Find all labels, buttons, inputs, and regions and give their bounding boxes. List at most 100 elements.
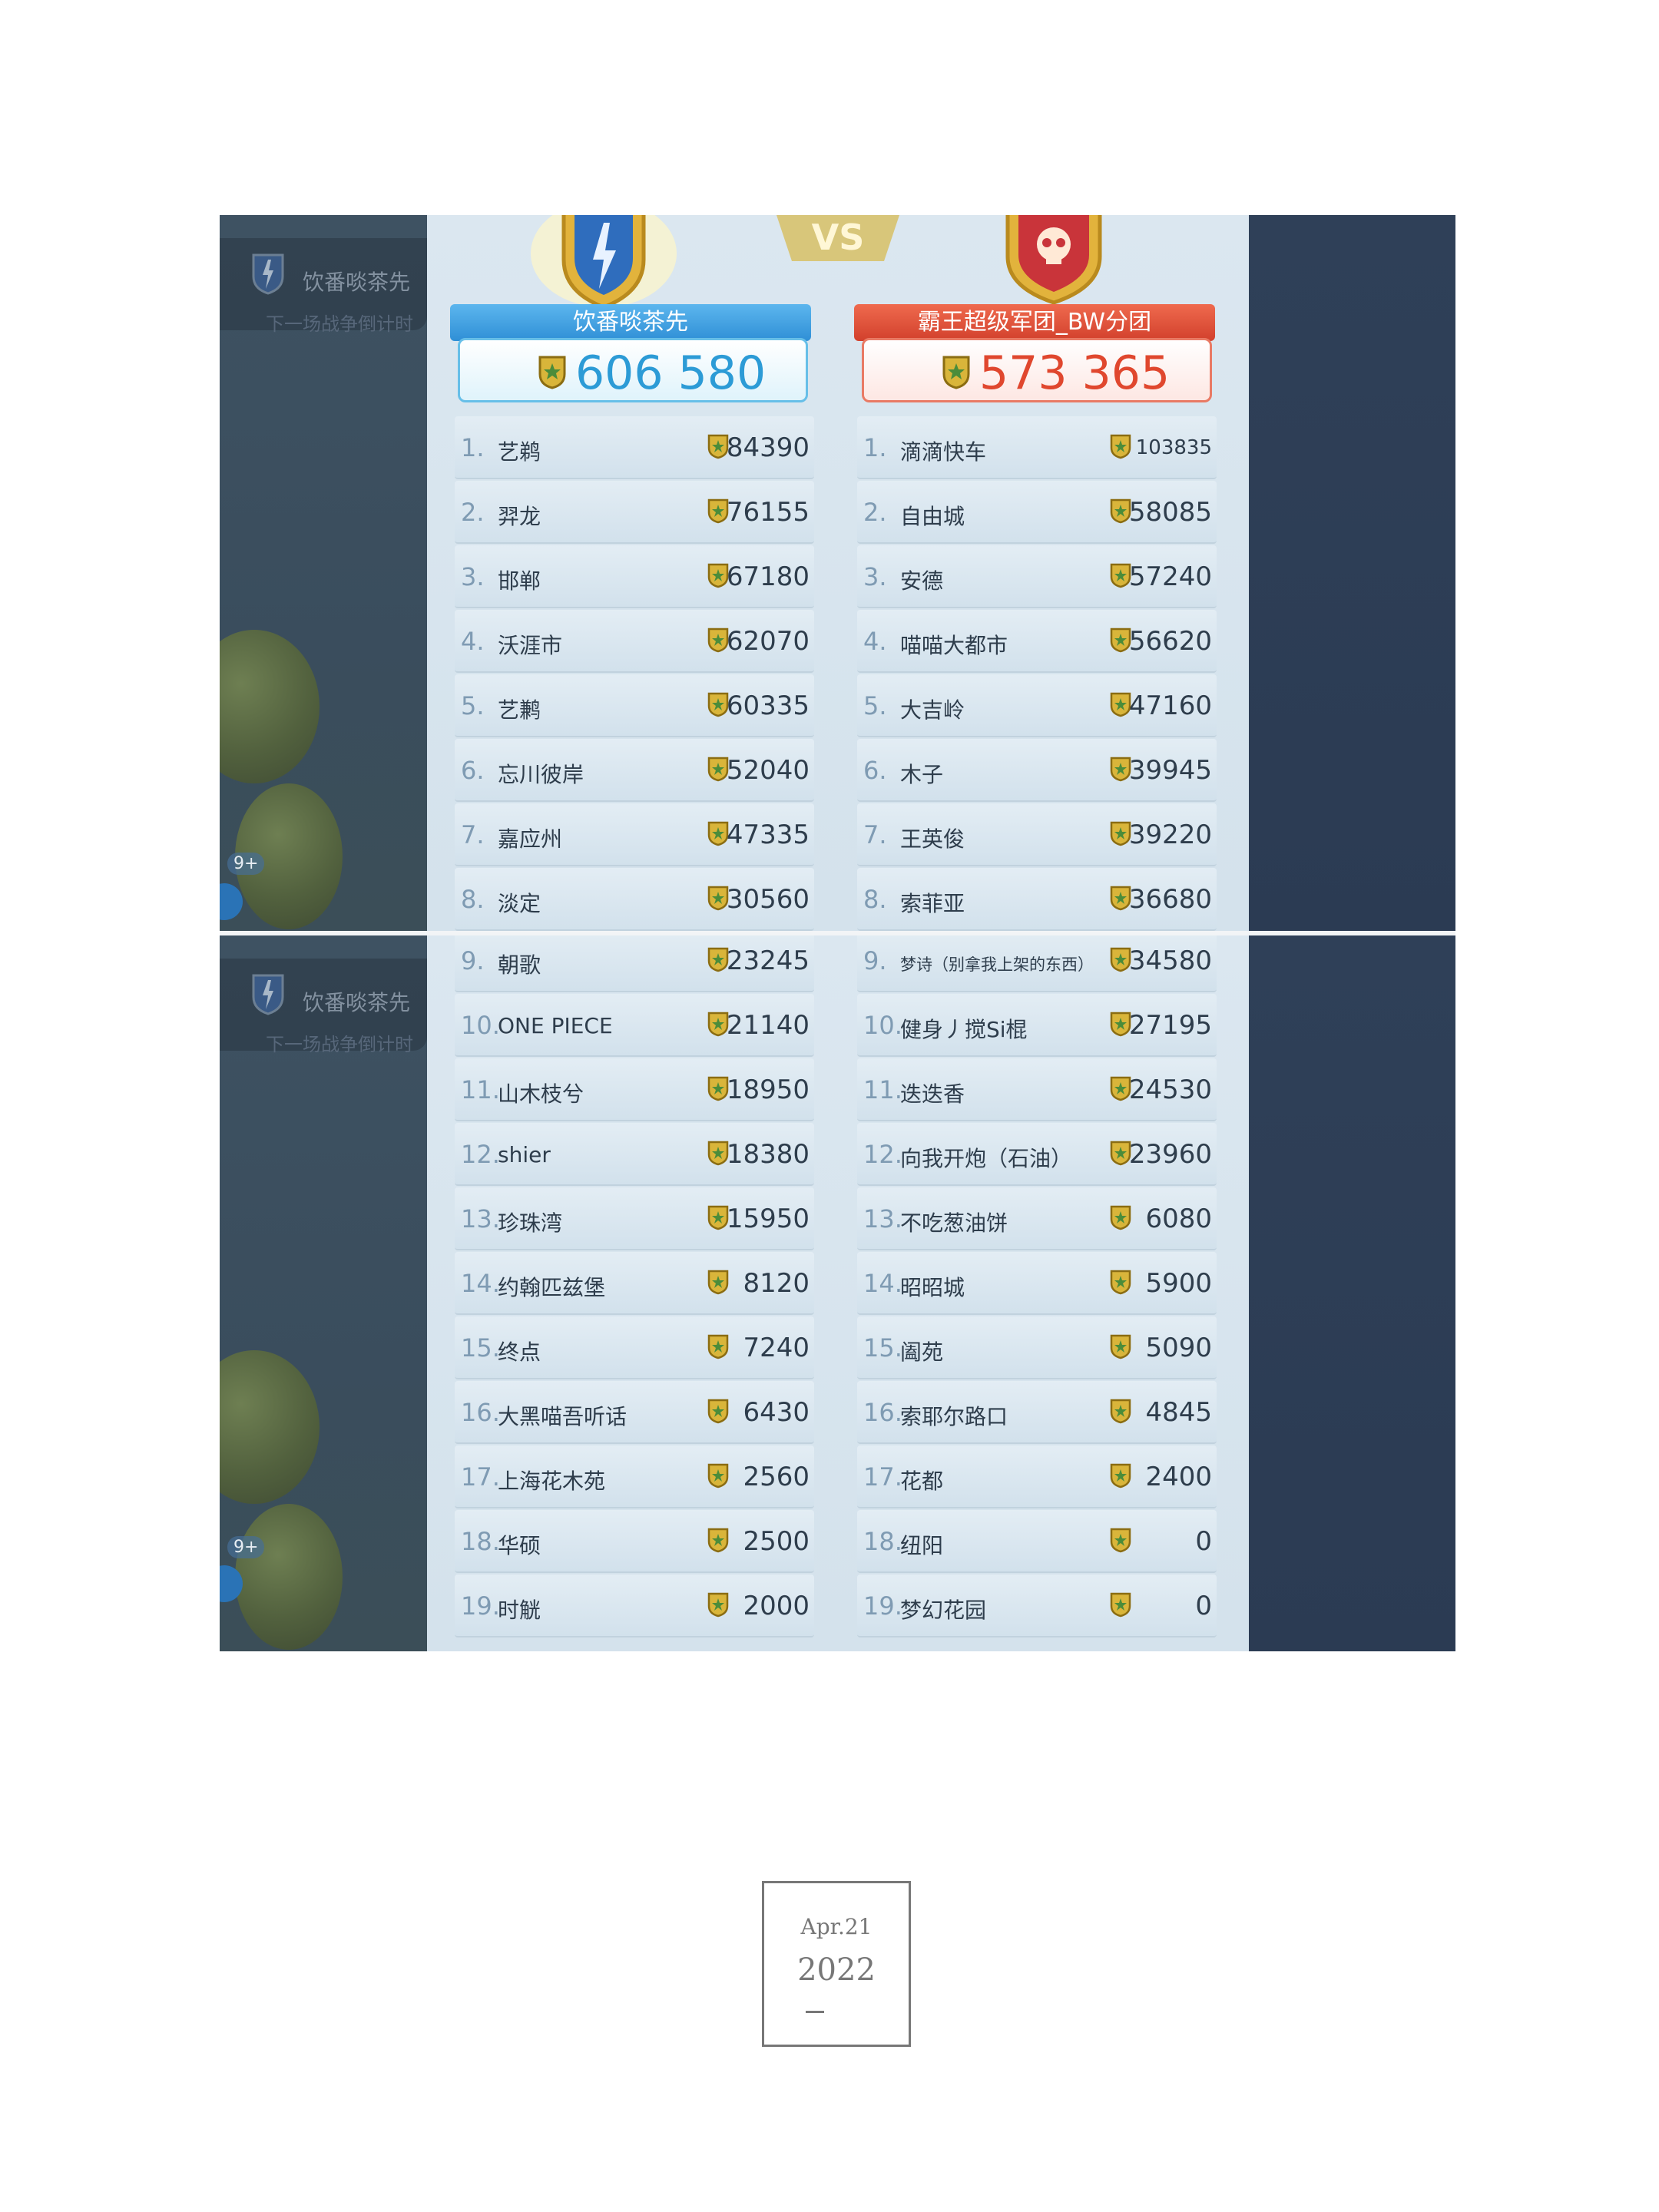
table-row[interactable]: 3. 安德 57240 [857, 545, 1217, 608]
row-rank: 2. [461, 498, 485, 527]
shield-coin-icon [1109, 1269, 1132, 1295]
row-rank: 17. [863, 1462, 902, 1492]
row-score: 47335 [726, 820, 810, 850]
table-row[interactable]: 9. 梦诗（别拿我上架的东西） 34580 [857, 935, 1217, 992]
table-row[interactable]: 1. 滴滴快车 103835 [857, 416, 1217, 479]
table-row[interactable]: 17. 上海花木苑 2560 [455, 1445, 814, 1508]
row-name: 向我开炮（石油） [900, 1146, 1073, 1171]
table-row[interactable]: 6. 忘川彼岸 52040 [455, 739, 814, 802]
vs-emblem: VS [777, 215, 899, 261]
row-rank: 15. [461, 1333, 500, 1363]
row-name: 艺鹈 [498, 439, 541, 465]
table-row[interactable]: 18. 华硕 2500 [455, 1510, 814, 1573]
row-score: 2560 [743, 1462, 810, 1492]
table-row[interactable]: 7. 嘉应州 47335 [455, 803, 814, 866]
shield-coin-icon [1109, 1204, 1132, 1230]
table-row[interactable]: 12. 向我开炮（石油） 23960 [857, 1123, 1217, 1186]
row-score: 2500 [743, 1526, 810, 1557]
map-background-right [1249, 215, 1455, 931]
date-card: Apr.21 2022 [762, 1881, 911, 2047]
table-row[interactable]: 10. 健身丿搅Si棍 27195 [857, 994, 1217, 1057]
lightning-shield-icon [531, 215, 677, 310]
table-row[interactable]: 17. 花都 2400 [857, 1445, 1217, 1508]
row-name: 阖苑 [900, 1339, 944, 1365]
row-score: 23245 [726, 945, 810, 976]
row-name: 上海花木苑 [498, 1469, 606, 1494]
table-row[interactable]: 3. 邯郸 67180 [455, 545, 814, 608]
table-row[interactable]: 8. 索菲亚 36680 [857, 868, 1217, 931]
table-row[interactable]: 9. 朝歌 23245 [455, 935, 814, 992]
row-score: 4845 [1145, 1397, 1212, 1428]
right-total-value: 573 365 [979, 346, 1171, 400]
table-row[interactable]: 8. 淡定 30560 [455, 868, 814, 931]
table-row[interactable]: 19. 时觥 2000 [455, 1575, 814, 1637]
row-rank: 10. [461, 1011, 500, 1040]
shield-coin-icon [707, 1333, 730, 1359]
shield-coin-icon [1109, 1398, 1132, 1424]
row-score: 5900 [1145, 1268, 1212, 1299]
row-rank: 18. [461, 1527, 500, 1556]
faint-alliance-card: 饮番啖茶先 下一场战争倒计时 [220, 238, 427, 335]
row-rank: 17. [461, 1462, 500, 1492]
row-name: 索耶尔路口 [900, 1404, 1008, 1429]
row-name: 健身丿搅Si棍 [900, 1017, 1028, 1042]
row-rank: 13. [461, 1204, 500, 1233]
table-row[interactable]: 4. 沃涯市 62070 [455, 610, 814, 673]
row-name: 珍珠湾 [498, 1210, 563, 1236]
row-score: 0 [1195, 1591, 1212, 1621]
row-name: 山木枝兮 [498, 1081, 584, 1107]
table-row[interactable]: 5. 大吉岭 47160 [857, 674, 1217, 737]
table-row[interactable]: 1. 艺鹈 84390 [455, 416, 814, 479]
row-rank: 7. [461, 820, 485, 849]
row-rank: 18. [863, 1527, 902, 1556]
table-row[interactable]: 13. 珍珠湾 15950 [455, 1187, 814, 1250]
table-row[interactable]: 11. 迭迭香 24530 [857, 1058, 1217, 1121]
table-row[interactable]: 18. 纽阳 0 [857, 1510, 1217, 1573]
table-row[interactable]: 15. 阖苑 5090 [857, 1316, 1217, 1379]
row-name: 大吉岭 [900, 697, 965, 723]
table-row[interactable]: 12. shier 18380 [455, 1123, 814, 1186]
shield-coin-icon [1109, 1462, 1132, 1488]
table-row[interactable]: 5. 艺鹣 60335 [455, 674, 814, 737]
row-name: 花都 [900, 1469, 944, 1494]
table-row[interactable]: 16. 大黑喵吾听话 6430 [455, 1381, 814, 1444]
table-row[interactable]: 2. 自由城 58085 [857, 481, 1217, 544]
row-name: 梦诗（别拿我上架的东西） [900, 955, 1094, 974]
table-row[interactable]: 2. 羿龙 76155 [455, 481, 814, 544]
row-rank: 14. [863, 1269, 902, 1298]
notification-badge: 9+ [227, 853, 265, 875]
row-name: 艺鹣 [498, 697, 541, 723]
table-row[interactable]: 15. 终点 7240 [455, 1316, 814, 1379]
table-row[interactable]: 13. 不吃葱油饼 6080 [857, 1187, 1217, 1250]
table-row[interactable]: 4. 喵喵大都市 56620 [857, 610, 1217, 673]
row-name: 迭迭香 [900, 1081, 965, 1107]
row-rank: 3. [863, 562, 887, 591]
notification-badge: 9+ [227, 1536, 265, 1558]
row-name: 王英俊 [900, 826, 965, 852]
row-rank: 7. [863, 820, 887, 849]
table-row[interactable]: 14. 昭昭城 5900 [857, 1252, 1217, 1315]
row-rank: 12. [863, 1140, 902, 1169]
row-score: 5090 [1145, 1333, 1212, 1363]
row-name: 喵喵大都市 [900, 633, 1008, 658]
row-name: 羿龙 [498, 504, 541, 529]
left-team-total: 606 580 [458, 338, 808, 402]
table-row[interactable]: 14. 约翰匹兹堡 8120 [455, 1252, 814, 1315]
table-row[interactable]: 19. 梦幻花园 0 [857, 1575, 1217, 1637]
faint-alliance-card: 饮番啖茶先 下一场战争倒计时 [220, 959, 427, 1055]
row-rank: 6. [461, 756, 485, 785]
lightning-shield-icon [252, 253, 284, 295]
row-score: 0 [1195, 1526, 1212, 1557]
shield-coin-icon [1109, 433, 1132, 459]
table-row[interactable]: 11. 山木枝兮 18950 [455, 1058, 814, 1121]
row-name: 不吃葱油饼 [900, 1210, 1008, 1236]
table-row[interactable]: 10. ONE PIECE 21140 [455, 994, 814, 1057]
row-rank: 12. [461, 1140, 500, 1169]
table-row[interactable]: 7. 王英俊 39220 [857, 803, 1217, 866]
shield-coin-icon [707, 1269, 730, 1295]
lightning-shield-icon [252, 974, 284, 1015]
table-row[interactable]: 6. 木子 39945 [857, 739, 1217, 802]
row-score: 7240 [743, 1333, 810, 1363]
row-score: 36680 [1128, 884, 1212, 915]
table-row[interactable]: 16. 索耶尔路口 4845 [857, 1381, 1217, 1444]
